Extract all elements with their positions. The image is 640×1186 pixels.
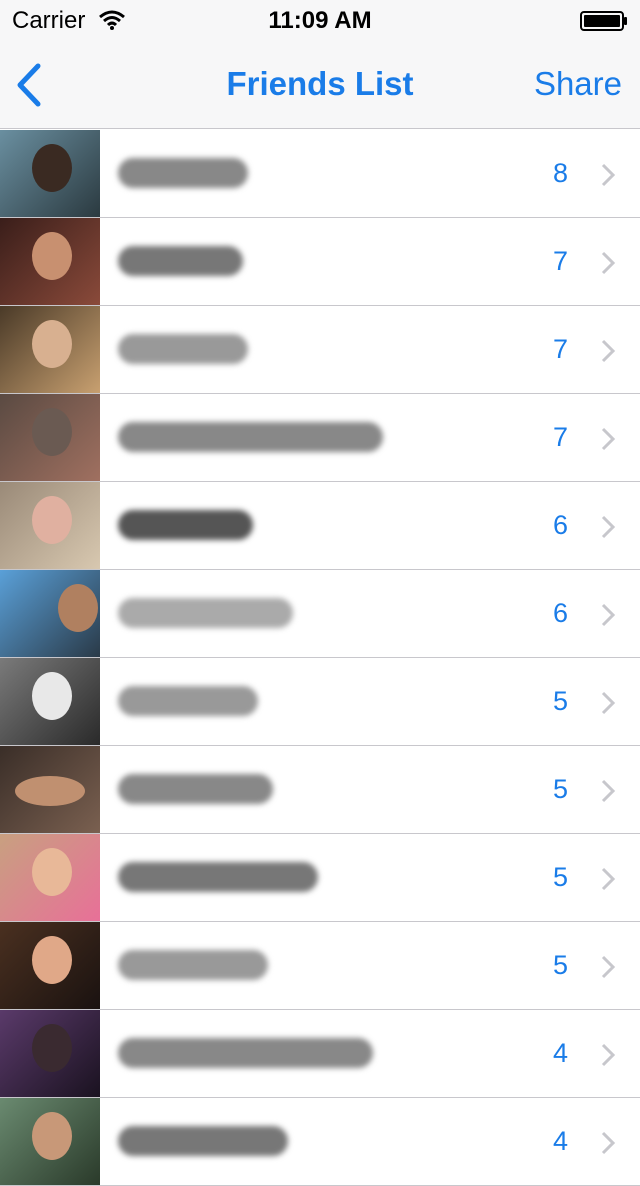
friend-name-redacted	[118, 158, 248, 188]
friend-row[interactable]: 7	[0, 218, 640, 306]
friend-name-redacted	[118, 686, 258, 716]
friend-count: 5	[552, 862, 568, 892]
friend-row[interactable]: 5	[0, 922, 640, 1010]
top-chrome: Carrier 11:09 AM Friends List Share	[0, 0, 640, 129]
friend-name-redacted	[118, 1126, 288, 1156]
friend-name-redacted	[118, 510, 253, 540]
avatar	[0, 746, 100, 833]
friend-row[interactable]: 6	[0, 482, 640, 570]
avatar	[0, 394, 100, 481]
avatar	[0, 218, 100, 305]
friend-name-redacted	[118, 422, 383, 452]
friend-count: 7	[552, 246, 568, 276]
status-bar: Carrier 11:09 AM	[0, 0, 640, 40]
avatar	[0, 306, 100, 393]
friend-name-redacted	[118, 862, 318, 892]
avatar	[0, 130, 100, 217]
friend-row[interactable]: 5	[0, 658, 640, 746]
friend-count: 5	[552, 774, 568, 804]
avatar	[0, 922, 100, 1009]
friend-row[interactable]: 8	[0, 130, 640, 218]
friend-row[interactable]: 7	[0, 306, 640, 394]
friend-count: 6	[552, 598, 568, 628]
friend-row[interactable]: 7	[0, 394, 640, 482]
friend-name-redacted	[118, 774, 273, 804]
chevron-right-icon	[601, 955, 616, 979]
friend-count: 4	[552, 1038, 568, 1068]
friend-count: 7	[552, 334, 568, 364]
friend-count: 4	[552, 1126, 568, 1156]
chevron-right-icon	[601, 163, 616, 187]
chevron-right-icon	[601, 691, 616, 715]
avatar	[0, 482, 100, 569]
friend-count: 5	[552, 686, 568, 716]
friend-row[interactable]: 6	[0, 570, 640, 658]
friend-row[interactable]: 4	[0, 1010, 640, 1098]
friend-name-redacted	[118, 1038, 373, 1068]
chevron-right-icon	[601, 251, 616, 275]
chevron-right-icon	[601, 1043, 616, 1067]
share-button[interactable]: Share	[534, 65, 622, 103]
friend-name-redacted	[118, 950, 268, 980]
friend-count: 8	[552, 158, 568, 188]
avatar	[0, 834, 100, 921]
chevron-right-icon	[601, 603, 616, 627]
friend-row[interactable]: 4	[0, 1098, 640, 1186]
avatar	[0, 570, 100, 657]
battery-icon	[580, 11, 627, 31]
status-time: 11:09 AM	[268, 7, 372, 34]
chevron-right-icon	[601, 427, 616, 451]
friend-name-redacted	[118, 246, 243, 276]
friends-list: 8 7 7 7 6 6 5 5 5 5 4 4	[0, 130, 640, 1186]
chevron-right-icon	[601, 339, 616, 363]
friend-count: 5	[552, 950, 568, 980]
friend-count: 7	[552, 422, 568, 452]
friend-name-redacted	[118, 334, 248, 364]
chevron-right-icon	[601, 867, 616, 891]
friend-row[interactable]: 5	[0, 746, 640, 834]
avatar	[0, 658, 100, 745]
navigation-bar: Friends List Share	[0, 40, 640, 128]
friend-row[interactable]: 5	[0, 834, 640, 922]
avatar	[0, 1098, 100, 1185]
chevron-right-icon	[601, 515, 616, 539]
friend-name-redacted	[118, 598, 293, 628]
chevron-right-icon	[601, 1131, 616, 1155]
friend-count: 6	[552, 510, 568, 540]
chevron-right-icon	[601, 779, 616, 803]
avatar	[0, 1010, 100, 1097]
